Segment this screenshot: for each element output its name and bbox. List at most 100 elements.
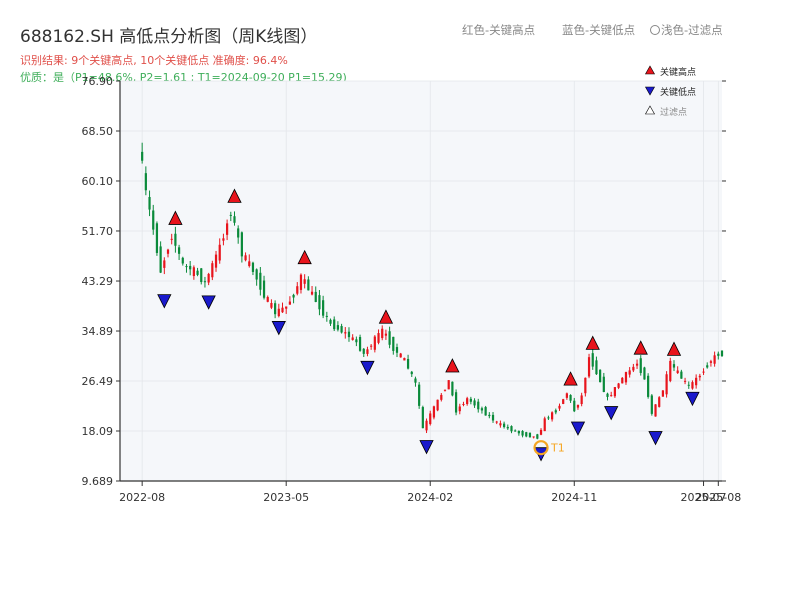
candle-body	[488, 414, 491, 417]
candle-body	[222, 238, 225, 241]
y-tick-label: 18.09	[82, 425, 114, 438]
candle-body	[628, 370, 631, 375]
candle-body	[647, 375, 650, 397]
candle-body	[296, 286, 299, 294]
candle-body	[196, 270, 199, 275]
candle-body	[576, 404, 580, 408]
candle-body	[181, 257, 184, 264]
candle-body	[573, 400, 576, 412]
candle-body	[491, 414, 495, 421]
candle-body	[163, 260, 166, 268]
candle-body	[277, 308, 280, 317]
candle-body	[643, 367, 646, 380]
candle-body	[469, 398, 472, 402]
candle-body	[665, 374, 668, 395]
candle-body	[654, 404, 657, 417]
candle-body	[229, 214, 232, 216]
candle-body	[717, 353, 720, 356]
candle-body	[658, 397, 661, 407]
candle-body	[148, 197, 151, 210]
candle-body	[543, 418, 546, 432]
candle-body	[170, 238, 173, 240]
candle-body	[233, 216, 236, 223]
candle-body	[591, 353, 594, 367]
candle-body	[720, 350, 724, 356]
candle-body	[447, 380, 450, 390]
candle-body	[484, 407, 487, 416]
candle-body	[262, 280, 266, 298]
y-tick-label: 68.50	[82, 125, 114, 138]
candle-body	[514, 430, 517, 432]
candle-body	[621, 377, 624, 384]
candle-body	[421, 407, 424, 429]
candle-body	[259, 272, 262, 290]
candle-body	[373, 336, 376, 350]
candle-body	[240, 232, 243, 257]
candle-body	[325, 315, 328, 317]
candle-body	[454, 392, 458, 413]
candle-body	[381, 328, 384, 339]
candle-body	[344, 332, 347, 334]
candle-body	[691, 382, 694, 389]
candle-body	[676, 370, 679, 374]
candle-body	[159, 246, 162, 273]
candle-body	[347, 331, 351, 338]
candle-body	[698, 375, 701, 378]
candle-body	[144, 173, 147, 191]
candle-body	[587, 357, 591, 377]
y-tick-label: 9.689	[82, 475, 114, 488]
candle-body	[429, 413, 432, 425]
candle-body	[177, 247, 181, 254]
candle-body	[495, 421, 498, 423]
candle-body	[307, 279, 310, 291]
candle-body	[214, 254, 218, 268]
candle-body	[192, 267, 195, 277]
candle-body	[310, 291, 314, 295]
candle-body	[709, 361, 713, 363]
candle-body	[569, 395, 572, 401]
candle-body	[695, 377, 698, 386]
candle-body	[336, 325, 340, 330]
candle-body	[388, 331, 391, 345]
candle-body	[281, 307, 284, 313]
candle-body	[362, 348, 365, 354]
candle-body	[432, 406, 436, 418]
candle-body	[610, 395, 613, 397]
x-tick-label: 2024-02	[407, 491, 453, 504]
candle-body	[517, 430, 520, 434]
candle-body	[683, 380, 687, 382]
x-tick-label: 2023-05	[263, 491, 309, 504]
candle-body	[502, 423, 506, 428]
candle-body	[274, 303, 277, 315]
candle-body	[333, 319, 336, 330]
candle-body	[480, 408, 484, 411]
candle-body	[303, 279, 306, 284]
candle-body	[635, 363, 639, 366]
candle-body	[562, 399, 565, 404]
candle-body	[650, 395, 653, 414]
candlestick-chart: T1 9.689 18.09 26.49 34.89 43.29 51.70 60.10 68…	[82, 65, 741, 504]
candle-body	[440, 394, 443, 400]
candle-body	[532, 436, 535, 438]
candle-body	[403, 357, 406, 361]
candle-body	[358, 337, 362, 351]
candle-body	[155, 223, 159, 253]
candle-body	[384, 333, 388, 336]
candle-body	[661, 390, 665, 397]
candle-body	[669, 360, 672, 381]
candle-body	[624, 372, 628, 383]
candle-body	[251, 262, 255, 272]
legend-high-label: 关键高点	[660, 66, 696, 78]
y-tick-label: 26.49	[82, 375, 114, 388]
candle-body	[477, 401, 480, 410]
t1-label: T1	[550, 442, 565, 455]
candle-body	[680, 371, 683, 379]
candle-body	[392, 336, 395, 351]
candle-body	[687, 384, 690, 386]
candle-body	[377, 333, 380, 343]
candle-body	[436, 399, 439, 411]
legend-high-icon	[644, 65, 656, 75]
candle-body	[399, 353, 402, 358]
candle-body	[425, 420, 428, 431]
candle-body	[270, 302, 273, 308]
